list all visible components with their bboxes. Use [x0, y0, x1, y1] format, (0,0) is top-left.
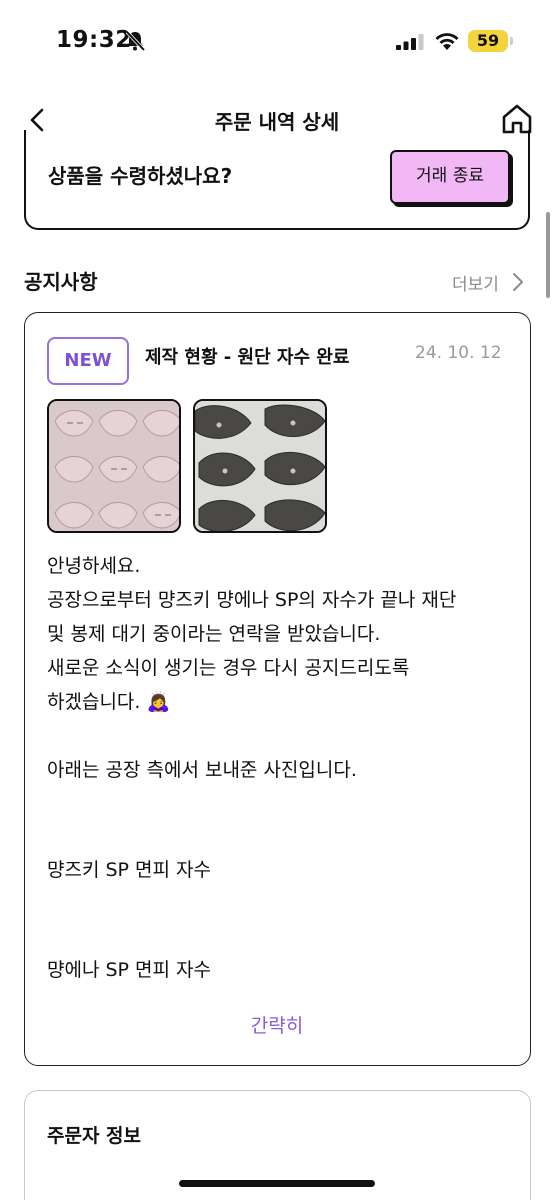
- notice-card: NEW 제작 현황 - 원단 자수 완료 24. 10. 12 안녕하세요. 공…: [24, 312, 531, 1066]
- battery-cap: [510, 37, 513, 45]
- notice-body-line: 새로운 소식이 생기는 경우 다시 공지드리도록: [47, 657, 410, 679]
- orderer-info-title: 주문자 정보: [47, 1125, 142, 1147]
- collapse-button[interactable]: 간략히: [25, 1011, 529, 1038]
- more-link[interactable]: 더보기: [452, 270, 499, 295]
- silent-bell-icon: [125, 30, 146, 52]
- wifi-icon: [435, 33, 459, 50]
- chevron-right-icon[interactable]: [510, 272, 526, 292]
- notice-body-line: 안녕하세요.: [47, 555, 141, 577]
- notice-body-line: 먕즈키 SP 면피 자수: [47, 859, 211, 881]
- battery-level: 59: [468, 30, 508, 52]
- notice-body: 안녕하세요. 공장으로부터 먕즈키 먕에나 SP의 자수가 끝나 재단 및 봉제…: [47, 549, 517, 987]
- embroidery-photo-pink[interactable]: [47, 399, 181, 533]
- notice-body-line: 공장으로부터 먕즈키 먕에나 SP의 자수가 끝나 재단: [47, 589, 457, 611]
- receipt-card: 상품을 수령하셨나요? 거래 종료: [24, 130, 530, 230]
- notice-body-line: 먕에나 SP 면피 자수: [47, 959, 211, 981]
- end-trade-button[interactable]: 거래 종료: [390, 150, 510, 204]
- receipt-question: 상품을 수령하셨나요?: [48, 164, 233, 188]
- notice-body-line: 아래는 공장 측에서 보내준 사진입니다.: [47, 759, 357, 781]
- embroidery-photo-dark[interactable]: [193, 399, 327, 533]
- notice-title: 제작 현황 - 원단 자수 완료: [145, 347, 350, 368]
- new-badge: NEW: [47, 337, 129, 385]
- notice-body-line: 하겠습니다. 🙇‍♀️: [47, 691, 171, 713]
- cellular-signal-icon: [396, 34, 424, 50]
- scroll-indicator[interactable]: [546, 212, 550, 298]
- notice-section-title: 공지사항: [24, 270, 98, 294]
- home-indicator[interactable]: [179, 1180, 375, 1187]
- notice-date: 24. 10. 12: [415, 343, 502, 363]
- status-bar: 19:32 59: [0, 0, 554, 86]
- status-time: 19:32: [56, 27, 132, 53]
- notice-body-line: 및 봉제 대기 중이라는 연락을 받았습니다.: [47, 623, 381, 645]
